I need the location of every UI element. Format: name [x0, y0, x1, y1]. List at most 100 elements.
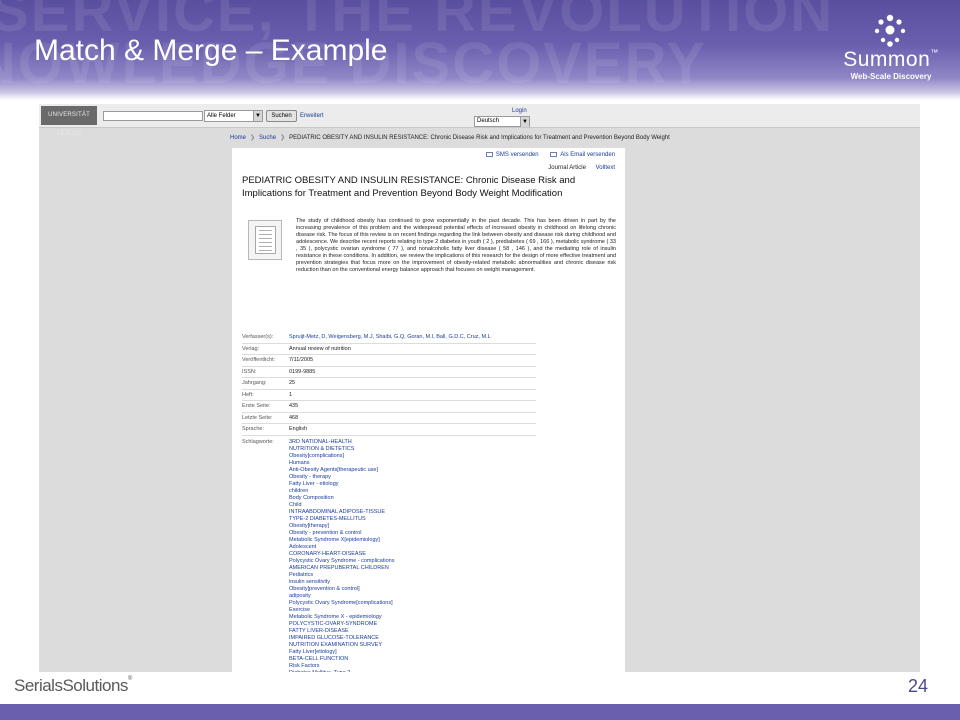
- metadata-label: Letzte Seite:: [242, 414, 273, 421]
- subject-link[interactable]: Obesity - prevention & control: [289, 530, 536, 537]
- subject-link[interactable]: 3RD NATIONAL-HEALTH: [289, 439, 536, 446]
- field-select-value: Alle Felder: [207, 113, 236, 119]
- metadata-label: Verlag:: [242, 345, 260, 352]
- subject-link[interactable]: Pediatrics: [289, 572, 536, 579]
- login-link[interactable]: Login: [512, 108, 527, 114]
- breadcrumb-home[interactable]: Home: [230, 132, 246, 144]
- subject-link[interactable]: Metabolic Syndrome X[epidemiology]: [289, 537, 536, 544]
- search-input[interactable]: [103, 111, 203, 121]
- metadata-row: Jahrgang: 25: [242, 378, 536, 390]
- subject-link[interactable]: Anti-Obesity Agents[therapeutic use]: [289, 467, 536, 474]
- envelope-icon: [550, 152, 558, 157]
- slide-header: SERVICE, THE REVOLUTION KNOWLEDGE DISCOV…: [0, 0, 960, 100]
- subject-link[interactable]: Obesity[prevention & control]: [289, 586, 536, 593]
- chevron-down-icon: ▼: [253, 111, 262, 121]
- fulltext-link[interactable]: Volltext: [596, 165, 615, 171]
- language-select[interactable]: Deutsch ▼: [474, 116, 530, 127]
- catalog-screenshot: UNIVERSITÄT LEIPZIG Alle Felder ▼ Suchen…: [39, 104, 920, 672]
- record-metadata: Verfasser(s): Spruijt-Metz, D, Weigensber…: [242, 332, 536, 672]
- metadata-row: Sprache: English: [242, 424, 536, 436]
- subject-link[interactable]: AMERICAN PREPUBERTAL CHILDREN: [289, 565, 536, 572]
- subject-link[interactable]: BETA-CELL FUNCTION: [289, 656, 536, 663]
- subject-link[interactable]: Risk Factors: [289, 663, 536, 670]
- subject-link[interactable]: Humans: [289, 460, 536, 467]
- subject-link[interactable]: Fatty Liver - etiology: [289, 481, 536, 488]
- subject-link[interactable]: Body Composition: [289, 495, 536, 502]
- subject-link[interactable]: CORONARY-HEART-DISEASE: [289, 551, 536, 558]
- subject-link[interactable]: Polycystic Ovary Syndrome[complications]: [289, 600, 536, 607]
- subject-link[interactable]: Obesity[therapy]: [289, 523, 536, 530]
- subject-link[interactable]: Obesity[complications]: [289, 453, 536, 460]
- metadata-value: 468: [289, 414, 299, 421]
- metadata-value: Annual review of nutrition: [289, 345, 351, 352]
- subject-link[interactable]: NUTRITION EXAMINATION SURVEY: [289, 642, 536, 649]
- subject-link[interactable]: children: [289, 488, 536, 495]
- search-button[interactable]: Suchen: [266, 110, 297, 122]
- metadata-row: Verfasser(s): Spruijt-Metz, D, Weigensber…: [242, 332, 536, 344]
- record-panel: SMS versenden Als Email versenden Journa…: [232, 148, 625, 672]
- record-type-row: Journal Article Volltext: [540, 165, 615, 171]
- subject-link[interactable]: FATTY LIVER-DISEASE: [289, 628, 536, 635]
- metadata-row: ISSN: 0199-9885: [242, 367, 536, 378]
- metadata-label: Erste Seite:: [242, 403, 271, 409]
- email-label: Als Email versenden: [560, 152, 615, 159]
- chevron-right-icon: ❯: [250, 135, 256, 141]
- metadata-value[interactable]: Spruijt-Metz, D, Weigensberg, M.J, Shaib…: [289, 334, 536, 341]
- subject-link[interactable]: Fatty Liver[etiology]: [289, 649, 536, 656]
- page-number: 24: [908, 676, 929, 696]
- subject-link[interactable]: INTRAABDOMINAL ADIPOSE-TISSUE: [289, 509, 536, 516]
- chevron-down-icon: ▼: [520, 117, 529, 127]
- subject-link[interactable]: Adolescent: [289, 544, 536, 551]
- document-thumbnail-icon: [248, 220, 282, 260]
- university-logo: UNIVERSITÄT LEIPZIG: [41, 106, 97, 137]
- metadata-label: ISSN:: [242, 368, 257, 375]
- subject-link[interactable]: Exercise: [289, 607, 536, 614]
- record-abstract: The study of childhood obesity has conti…: [296, 218, 616, 273]
- chevron-right-icon: ❯: [280, 135, 286, 141]
- field-select[interactable]: Alle Felder ▼: [204, 110, 263, 122]
- subject-link[interactable]: Metabolic Syndrome X - epidemiology: [289, 614, 536, 621]
- sms-action[interactable]: SMS versenden: [485, 152, 539, 158]
- metadata-row: Veröffentlicht: 7/11/2005: [242, 355, 536, 367]
- metadata-row: Erste Seite: 435: [242, 401, 536, 413]
- metadata-row: Heft: 1: [242, 390, 536, 401]
- subjects-label: Schlagworte:: [242, 438, 274, 445]
- metadata-row: Verlag: Annual review of nutrition: [242, 344, 536, 355]
- subjects-row: Schlagworte: 3RD NATIONAL-HEALTH NUTRITIO…: [242, 436, 536, 673]
- record-title: PEDIATRIC OBESITY AND INSULIN RESISTANCE…: [242, 175, 576, 199]
- metadata-value: 25: [289, 380, 296, 386]
- subject-link[interactable]: insulin sensitivity: [289, 579, 536, 586]
- subject-link[interactable]: IMPAIRED GLUCOSE-TOLERANCE: [289, 635, 536, 642]
- metadata-label: Sprache:: [242, 426, 265, 432]
- metadata-value: 7/11/2005: [289, 357, 314, 363]
- subject-link[interactable]: POLYCYSTIC-OVARY-SYNDROME: [289, 621, 536, 628]
- metadata-rows: Verfasser(s): Spruijt-Metz, D, Weigensber…: [242, 332, 536, 436]
- subject-link[interactable]: Polycystic Ovary Syndrome - complication…: [289, 558, 536, 565]
- logo-name: Summon™: [843, 48, 939, 71]
- subject-link[interactable]: Obesity - therapy: [289, 474, 536, 481]
- summon-dots-icon: [874, 14, 906, 47]
- metadata-value: 1: [289, 391, 293, 398]
- metadata-label: Verfasser(s):: [242, 334, 274, 340]
- subject-link[interactable]: TYPE-2 DIABETES-MELLITUS: [289, 516, 536, 523]
- metadata-label: Jahrgang:: [242, 380, 267, 386]
- email-action[interactable]: Als Email versenden: [550, 152, 615, 158]
- slide: SERVICE, THE REVOLUTION KNOWLEDGE DISCOV…: [0, 0, 960, 720]
- subject-link[interactable]: Child: [289, 502, 536, 509]
- breadcrumb: Home ❯ Suche ❯ PEDIATRIC OBESITY AND INSULIN…: [230, 132, 920, 144]
- breadcrumb-search[interactable]: Suche: [259, 132, 276, 144]
- summon-logo: Summon™ Web-Scale Discovery: [836, 12, 946, 86]
- phone-icon: [485, 152, 493, 157]
- metadata-label: Veröffentlicht:: [242, 357, 276, 363]
- record-actions: SMS versenden Als Email versenden: [476, 152, 615, 158]
- metadata-value: 435: [289, 403, 299, 409]
- subject-link[interactable]: adiposity: [289, 593, 536, 600]
- slide-title: Match & Merge – Example: [34, 34, 388, 67]
- catalog-topbar: UNIVERSITÄT LEIPZIG Alle Felder ▼ Suchen…: [39, 104, 920, 137]
- metadata-value: English: [289, 426, 308, 432]
- logo-tagline: Web-Scale Discovery: [850, 72, 932, 81]
- serialssolutions-logo: SerialsSolutions®: [14, 676, 132, 695]
- advanced-search-link[interactable]: Erweitert: [300, 113, 324, 119]
- subject-link[interactable]: NUTRITION & DIETETICS: [289, 446, 536, 453]
- subject-link[interactable]: Diabetes Mellitus, Type 2: [289, 670, 536, 673]
